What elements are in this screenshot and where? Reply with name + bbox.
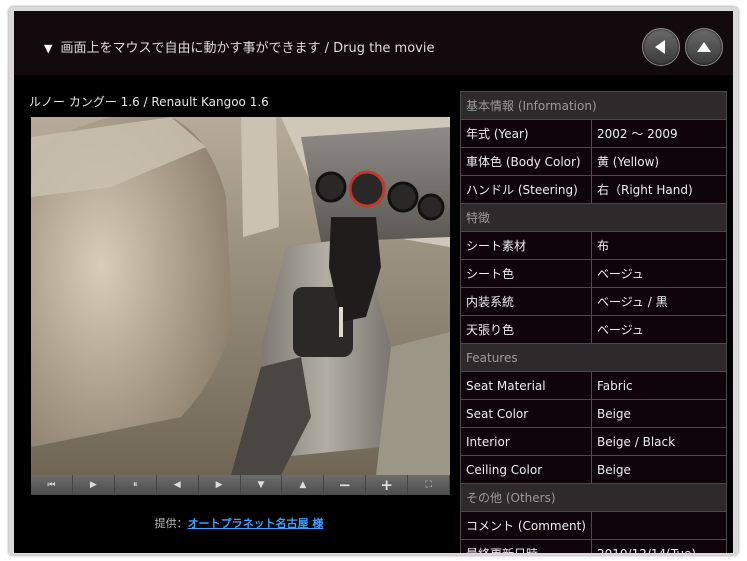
panorama-viewer[interactable] <box>31 117 450 475</box>
row-value: 黄 (Yellow) <box>590 147 728 176</box>
row-value <box>590 511 728 540</box>
minus-icon: − <box>338 476 352 494</box>
row-label: シート素材 <box>460 231 592 260</box>
plus-icon: + <box>380 476 393 494</box>
credit-link[interactable]: オートプラネット名古屋 様 <box>188 517 324 530</box>
table-row: 年式 (Year) 2002 〜 2009 <box>460 119 728 148</box>
table-row: Seat Material Fabric <box>460 371 728 400</box>
row-label: 最終更新日時 <box>460 539 592 553</box>
drag-hint: ▼ 画面上をマウスで自由に動かす事ができます / Drug the movie <box>44 37 434 56</box>
arrow-right-icon: ▶ <box>215 480 223 490</box>
row-label: Seat Material <box>460 371 592 400</box>
play-icon: ▶ <box>89 480 97 490</box>
row-value: Beige <box>590 399 728 428</box>
rewind-to-start-button[interactable]: ⏮ <box>31 475 73 495</box>
row-value: 布 <box>590 231 728 260</box>
fullscreen-button[interactable]: ⛶ <box>408 475 451 495</box>
car-interior-photo <box>31 117 450 475</box>
pan-down-button[interactable]: ▼ <box>240 475 283 495</box>
table-row: Interior Beige / Black <box>460 427 728 456</box>
credit-prefix: 提供： <box>154 517 188 530</box>
zoom-out-button[interactable]: − <box>324 475 367 495</box>
row-label: 年式 (Year) <box>460 119 592 148</box>
row-label: ハンドル (Steering) <box>460 175 592 204</box>
row-value: ベージュ / 黒 <box>590 287 728 316</box>
table-row: Ceiling Color Beige <box>460 455 728 484</box>
triangle-left-icon <box>655 40 665 54</box>
play-button[interactable]: ▶ <box>72 475 115 495</box>
table-row: ハンドル (Steering) 右（Right Hand) <box>460 175 728 204</box>
pause-button[interactable]: ⏸ <box>114 475 157 495</box>
row-value: ベージュ <box>590 315 728 344</box>
car-title: ルノー カングー 1.6 / Renault Kangoo 1.6 <box>29 95 269 109</box>
zoom-in-button[interactable]: + <box>366 475 409 495</box>
skip-start-icon: ⏮ <box>47 480 56 490</box>
row-value: 右（Right Hand) <box>590 175 728 204</box>
header-bar: ▼ 画面上をマウスで自由に動かす事ができます / Drug the movie <box>14 11 733 75</box>
arrow-up-icon: ▲ <box>299 480 307 490</box>
spec-table: 基本情報 (Information) 年式 (Year) 2002 〜 2009 … <box>460 91 728 553</box>
row-value: Beige / Black <box>590 427 728 456</box>
section-features-jp: 特徴 <box>460 203 727 232</box>
table-row: 最終更新日時2010/12/14(Tue) <box>460 539 728 553</box>
arrow-left-icon: ◀ <box>173 480 181 490</box>
row-value: ベージュ <box>590 259 728 288</box>
table-row: シート素材布 <box>460 231 728 260</box>
section-others: その他 (Others) <box>460 483 727 512</box>
row-value: Beige <box>590 455 728 484</box>
row-label: Ceiling Color <box>460 455 592 484</box>
credit-line: 提供：オートプラネット名古屋 様 <box>14 515 464 531</box>
back-button[interactable] <box>642 28 680 66</box>
table-row: Seat Color Beige <box>460 399 728 428</box>
pan-right-button[interactable]: ▶ <box>198 475 241 495</box>
viewer-window: ▼ 画面上をマウスで自由に動かす事ができます / Drug the movie ル… <box>14 11 733 553</box>
scroll-top-button[interactable] <box>685 28 723 66</box>
table-row: 内装系統 ベージュ / 黒 <box>460 287 728 316</box>
viewer-control-bar: ⏮ ▶ ⏸ ◀ ▶ ▼ ▲ − + ⛶ <box>31 475 451 495</box>
row-value: Fabric <box>590 371 728 400</box>
drag-hint-text: 画面上をマウスで自由に動かす事ができます / Drug the movie <box>60 41 435 56</box>
pan-left-button[interactable]: ◀ <box>156 475 199 495</box>
row-label: 内装系統 <box>460 287 592 316</box>
row-label: Seat Color <box>460 399 592 428</box>
row-label: コメント (Comment) <box>460 511 592 540</box>
pause-icon: ⏸ <box>133 480 138 490</box>
row-value: 2002 〜 2009 <box>590 119 728 148</box>
row-label: 天張り色 <box>460 315 592 344</box>
table-row: シート色 ベージュ <box>460 259 728 288</box>
table-row: コメント (Comment) <box>460 511 728 540</box>
section-features-en: Features <box>460 343 727 372</box>
fullscreen-icon: ⛶ <box>425 480 432 490</box>
section-information: 基本情報 (Information) <box>460 91 727 120</box>
triangle-down-icon: ▼ <box>44 42 53 55</box>
row-label: Interior <box>460 427 592 456</box>
pan-up-button[interactable]: ▲ <box>282 475 325 495</box>
arrow-down-icon: ▼ <box>257 480 265 490</box>
row-label: シート色 <box>460 259 592 288</box>
row-label: 車体色 (Body Color) <box>460 147 592 176</box>
triangle-up-icon <box>697 42 711 52</box>
table-row: 天張り色 ベージュ <box>460 315 728 344</box>
row-value: 2010/12/14(Tue) <box>590 539 728 553</box>
table-row: 車体色 (Body Color) 黄 (Yellow) <box>460 147 728 176</box>
